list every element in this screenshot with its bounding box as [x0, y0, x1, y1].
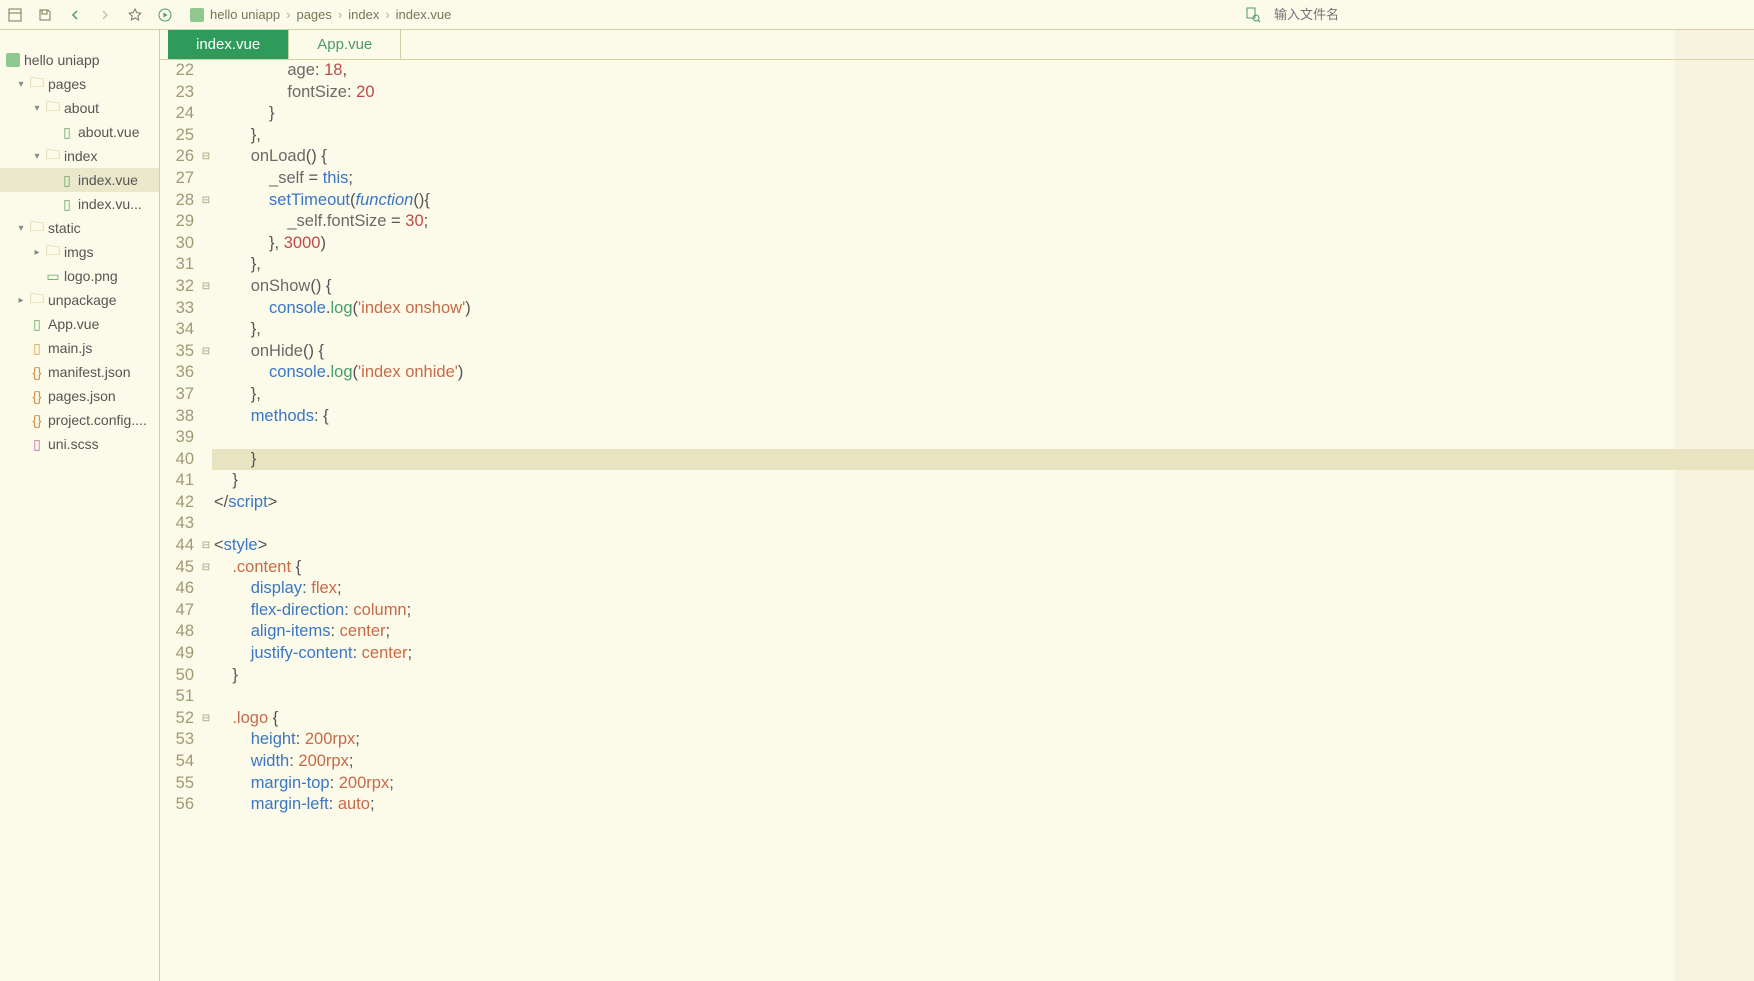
tree-label: imgs [64, 244, 94, 260]
chevron-right-icon: › [338, 7, 342, 22]
breadcrumb-item[interactable]: index.vue [396, 7, 452, 22]
folder-icon: 🗀 [44, 96, 62, 120]
tree-file-project-config[interactable]: {} project.config.... [0, 408, 159, 432]
json-file-icon: {} [28, 412, 46, 428]
tree-label: about.vue [78, 124, 140, 140]
tree-file-index-vu-trunc[interactable]: ▯ index.vu... [0, 192, 159, 216]
vue-file-icon: ▯ [28, 316, 46, 333]
tree-file-logo-png[interactable]: ▭ logo.png [0, 264, 159, 288]
tree-label: static [48, 220, 81, 236]
tree-label: logo.png [64, 268, 118, 284]
breadcrumb-item[interactable]: hello uniapp [210, 7, 280, 22]
tree-label: project.config.... [48, 412, 147, 428]
code-content[interactable]: age: 18, fontSize: 20 } }, onLoad() { _s… [212, 60, 1754, 981]
vue-file-icon: ▯ [58, 172, 76, 189]
tree-label: pages [48, 76, 86, 92]
tree-folder-imgs[interactable]: ▸ 🗀 imgs [0, 240, 159, 264]
tree-file-main-js[interactable]: ▯ main.js [0, 336, 159, 360]
tree-file-about-vue[interactable]: ▯ about.vue [0, 120, 159, 144]
toolbar-right [1244, 4, 1748, 26]
json-file-icon: {} [28, 364, 46, 380]
folder-icon: 🗀 [28, 216, 46, 240]
tree-file-pages-json[interactable]: {} pages.json [0, 384, 159, 408]
chevron-down-icon: ▾ [14, 79, 28, 90]
main: hello uniapp ▾ 🗀 pages ▾ 🗀 about ▯ about… [0, 30, 1754, 981]
tree-file-index-vue[interactable]: ▯ index.vue [0, 168, 159, 192]
tree-label: index.vue [78, 172, 138, 188]
chevron-right-icon: › [286, 7, 290, 22]
chevron-down-icon: ▾ [30, 151, 44, 162]
editor-area: index.vue App.vue 2223242526272829303132… [160, 30, 1754, 981]
folder-icon: 🗀 [28, 72, 46, 96]
nav-back-icon[interactable] [66, 6, 84, 24]
chevron-down-icon: ▾ [30, 103, 44, 114]
image-file-icon: ▭ [44, 268, 62, 285]
vue-file-icon: ▯ [58, 124, 76, 141]
toolbar: hello uniapp › pages › index › index.vue [0, 0, 1754, 30]
tree-folder-static[interactable]: ▾ 🗀 static [0, 216, 159, 240]
menu-icon[interactable] [6, 6, 24, 24]
nav-forward-icon[interactable] [96, 6, 114, 24]
breadcrumbs: hello uniapp › pages › index › index.vue [190, 7, 451, 22]
code-editor[interactable]: 2223242526272829303132333435363738394041… [160, 60, 1754, 981]
tree-project-root[interactable]: hello uniapp [0, 48, 159, 72]
folder-icon: 🗀 [28, 288, 46, 312]
js-file-icon: ▯ [28, 340, 46, 357]
breadcrumb-item[interactable]: index [348, 7, 379, 22]
tree-label: uni.scss [48, 436, 99, 452]
tree-label: index.vu... [78, 196, 142, 212]
star-icon[interactable] [126, 6, 144, 24]
chevron-right-icon: ▸ [14, 295, 28, 306]
tree-file-app-vue[interactable]: ▯ App.vue [0, 312, 159, 336]
tree-label: main.js [48, 340, 92, 356]
project-icon [190, 8, 204, 22]
tree-label: hello uniapp [24, 52, 100, 68]
save-icon[interactable] [36, 6, 54, 24]
scss-file-icon: ▯ [28, 436, 46, 453]
chevron-right-icon: › [385, 7, 389, 22]
tab-index-vue[interactable]: index.vue [168, 30, 289, 59]
tree-label: index [64, 148, 97, 164]
run-icon[interactable] [156, 6, 174, 24]
tree-label: manifest.json [48, 364, 130, 380]
tab-label: App.vue [317, 36, 372, 53]
line-number-gutter: 2223242526272829303132333435363738394041… [160, 60, 200, 981]
tree-folder-index[interactable]: ▾ 🗀 index [0, 144, 159, 168]
tree-file-uni-scss[interactable]: ▯ uni.scss [0, 432, 159, 456]
toolbar-left: hello uniapp › pages › index › index.vue [6, 6, 451, 24]
project-icon [6, 53, 20, 67]
tree-folder-pages[interactable]: ▾ 🗀 pages [0, 72, 159, 96]
fold-gutter[interactable]: ⊟⊟⊟⊟⊟⊟⊟ [200, 60, 212, 981]
chevron-right-icon: ▸ [30, 247, 44, 258]
tab-app-vue[interactable]: App.vue [289, 30, 401, 59]
tree-folder-about[interactable]: ▾ 🗀 about [0, 96, 159, 120]
vue-file-icon: ▯ [58, 196, 76, 213]
search-file-icon[interactable] [1244, 6, 1262, 24]
file-tree: hello uniapp ▾ 🗀 pages ▾ 🗀 about ▯ about… [0, 30, 160, 981]
tree-file-manifest-json[interactable]: {} manifest.json [0, 360, 159, 384]
tree-folder-unpackage[interactable]: ▸ 🗀 unpackage [0, 288, 159, 312]
tree-label: App.vue [48, 316, 99, 332]
tab-label: index.vue [196, 36, 260, 53]
folder-icon: 🗀 [44, 240, 62, 264]
tree-label: unpackage [48, 292, 117, 308]
tree-label: about [64, 100, 99, 116]
breadcrumb-item[interactable]: pages [296, 7, 331, 22]
folder-icon: 🗀 [44, 144, 62, 168]
json-file-icon: {} [28, 388, 46, 404]
minimap[interactable] [1674, 60, 1754, 981]
search-input[interactable] [1270, 4, 1730, 26]
tree-label: pages.json [48, 388, 116, 404]
chevron-down-icon: ▾ [14, 223, 28, 234]
editor-tabs: index.vue App.vue [160, 30, 1754, 60]
